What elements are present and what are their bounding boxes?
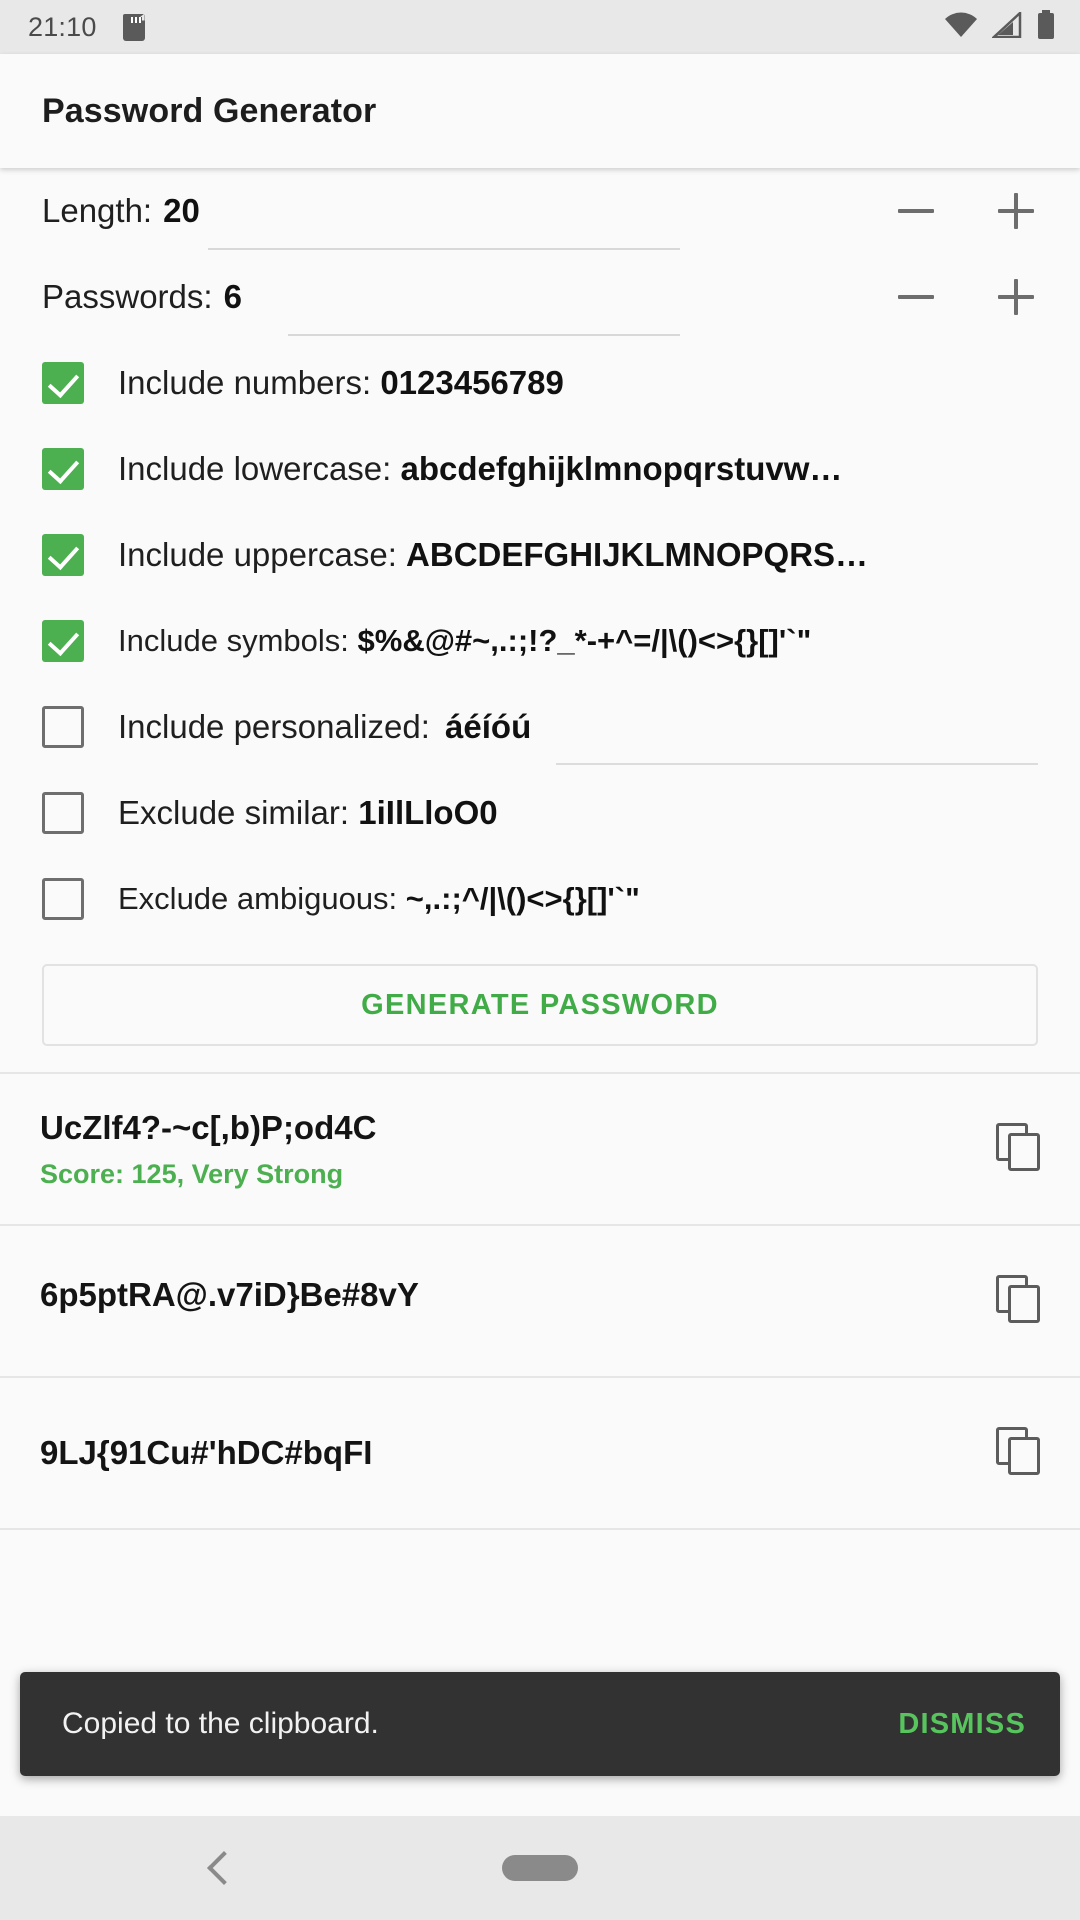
copy-icon[interactable]	[996, 1123, 1044, 1175]
option-row-include-symbols[interactable]: Include symbols: $%&@#~,.:;!?_*-+^=/|\()…	[0, 598, 1080, 684]
length-increment-button[interactable]	[992, 187, 1040, 235]
passwords-field-underline	[288, 334, 680, 336]
option-label-include-personalized: Include personalized: áéíóú	[118, 708, 531, 746]
passwords-decrement-button[interactable]	[892, 273, 940, 321]
password-value: UcZlf4?-~c[,b)P;od4C	[40, 1108, 377, 1146]
checkbox-include-personalized[interactable]	[42, 706, 84, 748]
table-row[interactable]: 6p5ptRA@.v7iD}Be#8vY	[0, 1226, 1080, 1378]
length-label: Length:	[42, 192, 153, 229]
sdcard-icon	[122, 13, 145, 41]
passwords-stepper-row: Passwords: 6	[0, 254, 1080, 340]
passwords-value[interactable]: 6	[224, 278, 242, 316]
copy-icon[interactable]	[996, 1275, 1044, 1327]
option-row-include-numbers[interactable]: Include numbers: 0123456789	[0, 340, 1080, 426]
copy-icon-front-sheet	[1008, 1133, 1040, 1171]
option-label-include-uppercase: Include uppercase: ABCDEFGHIJKLMNOPQRS…	[118, 536, 868, 574]
password-value: 9LJ{91Cu#'hDC#bqFI	[40, 1434, 373, 1471]
checkbox-include-lowercase[interactable]	[42, 448, 84, 490]
length-stepper-row: Length: 20	[0, 168, 1080, 254]
option-value-include-personalized[interactable]: áéíóú	[445, 708, 531, 745]
option-value-include-uppercase: ABCDEFGHIJKLMNOPQRS…	[406, 536, 869, 573]
password-value: 6p5ptRA@.v7iD}Be#8vY	[40, 1276, 419, 1313]
back-chevron-icon[interactable]	[198, 1848, 238, 1888]
status-bar: 21:10	[0, 0, 1080, 54]
generate-password-button[interactable]: GENERATE PASSWORD	[42, 964, 1038, 1046]
option-row-include-lowercase[interactable]: Include lowercase: abcdefghijklmnopqrstu…	[0, 426, 1080, 512]
checkbox-include-uppercase[interactable]	[42, 534, 84, 576]
snackbar-message: Copied to the clipboard.	[62, 1707, 379, 1740]
wifi-icon	[944, 12, 978, 43]
password-results-list[interactable]: UcZlf4?-~c[,b)P;od4C Score: 125, Very St…	[0, 1072, 1080, 1920]
copy-icon-front-sheet	[1008, 1285, 1040, 1323]
option-row-exclude-similar[interactable]: Exclude similar: 1iIlLloO0	[0, 770, 1080, 856]
password-score: Score: 125, Very Strong	[40, 1158, 344, 1189]
length-value[interactable]: 20	[163, 192, 200, 230]
generate-password-label: GENERATE PASSWORD	[361, 988, 719, 1021]
option-text-include-personalized: Include personalized:	[118, 708, 430, 745]
option-value-include-lowercase: abcdefghijklmnopqrstuvw…	[400, 450, 843, 487]
checkbox-exclude-similar[interactable]	[42, 792, 84, 834]
settings-panel: Length: 20 Passwords: 6 Include numbers:…	[0, 168, 1080, 1072]
status-clock: 21:10	[28, 11, 97, 42]
option-text-exclude-similar: Exclude similar:	[118, 794, 350, 831]
table-row[interactable]: 9LJ{91Cu#'hDC#bqFI	[0, 1378, 1080, 1530]
checkbox-exclude-ambiguous[interactable]	[42, 878, 84, 920]
length-decrement-button[interactable]	[892, 187, 940, 235]
option-text-include-numbers: Include numbers:	[118, 364, 372, 401]
checkbox-include-numbers[interactable]	[42, 362, 84, 404]
option-row-include-uppercase[interactable]: Include uppercase: ABCDEFGHIJKLMNOPQRS…	[0, 512, 1080, 598]
status-left-icons	[122, 13, 145, 41]
table-row[interactable]: UcZlf4?-~c[,b)P;od4C Score: 125, Very St…	[0, 1074, 1080, 1226]
status-right-icons	[944, 9, 1056, 45]
app-bar: Password Generator	[0, 54, 1080, 168]
checkbox-include-symbols[interactable]	[42, 620, 84, 662]
option-text-exclude-ambiguous: Exclude ambiguous:	[118, 881, 398, 916]
cellular-signal-icon	[990, 9, 1022, 43]
snackbar: Copied to the clipboard. DISMISS	[20, 1672, 1060, 1776]
option-value-exclude-ambiguous: ~,.:;^/|\()<>{}[]'`"	[405, 881, 640, 916]
battery-full-icon	[1036, 9, 1056, 45]
copy-icon-front-sheet	[1008, 1437, 1040, 1475]
length-field-underline	[208, 248, 680, 250]
password-entry-0: UcZlf4?-~c[,b)P;od4C Score: 125, Very St…	[40, 1109, 978, 1190]
home-pill-icon[interactable]	[502, 1855, 578, 1881]
copy-icon[interactable]	[996, 1427, 1044, 1479]
passwords-label: Passwords:	[42, 278, 213, 315]
password-entry-2: 9LJ{91Cu#'hDC#bqFI	[40, 1434, 978, 1472]
password-entry-1: 6p5ptRA@.v7iD}Be#8vY	[40, 1276, 978, 1326]
passwords-stepper-buttons	[892, 273, 1040, 321]
option-row-exclude-ambiguous[interactable]: Exclude ambiguous: ~,.:;^/|\()<>{}[]'`"	[0, 856, 1080, 942]
option-label-include-lowercase: Include lowercase: abcdefghijklmnopqrstu…	[118, 450, 842, 488]
snackbar-dismiss-button[interactable]: DISMISS	[898, 1708, 1026, 1741]
option-value-include-symbols: $%&@#~,.:;!?_*-+^=/|\()<>{}[]'`"	[357, 623, 812, 658]
personalized-field-underline	[556, 763, 1038, 765]
option-text-include-symbols: Include symbols:	[118, 623, 349, 658]
system-navigation-bar	[0, 1816, 1080, 1920]
option-label-exclude-similar: Exclude similar: 1iIlLloO0	[118, 794, 498, 832]
length-stepper-buttons	[892, 187, 1040, 235]
option-label-include-symbols: Include symbols: $%&@#~,.:;!?_*-+^=/|\()…	[118, 623, 811, 659]
page-title: Password Generator	[42, 91, 377, 130]
option-text-include-lowercase: Include lowercase:	[118, 450, 392, 487]
option-label-exclude-ambiguous: Exclude ambiguous: ~,.:;^/|\()<>{}[]'`"	[118, 881, 640, 917]
option-row-include-personalized[interactable]: Include personalized: áéíóú	[0, 684, 1080, 770]
option-text-include-uppercase: Include uppercase:	[118, 536, 397, 573]
option-value-include-numbers: 0123456789	[380, 364, 564, 401]
option-label-include-numbers: Include numbers: 0123456789	[118, 364, 564, 402]
app-screen: 21:10 Password Generator Length: 20 Pass…	[0, 0, 1080, 1920]
generate-button-wrapper: GENERATE PASSWORD	[0, 942, 1080, 1072]
option-value-exclude-similar: 1iIlLloO0	[358, 794, 498, 831]
passwords-increment-button[interactable]	[992, 273, 1040, 321]
